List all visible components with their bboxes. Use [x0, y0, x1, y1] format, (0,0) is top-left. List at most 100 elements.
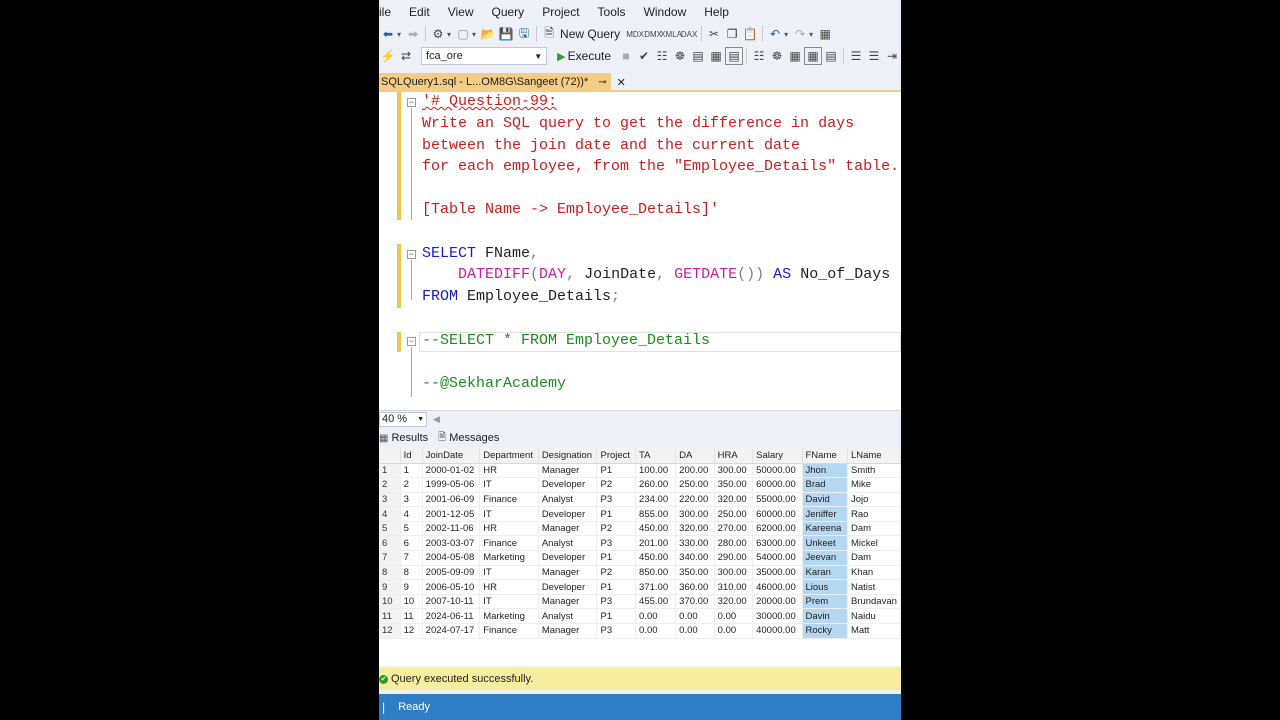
table-cell[interactable]: Analyst — [538, 608, 598, 625]
table-cell[interactable]: David — [802, 492, 848, 508]
table-row[interactable]: 8 8 2005-09-09 IT Manager P2 850.00 350.00 300.0… — [379, 565, 901, 581]
table-cell[interactable]: 5 — [400, 521, 423, 537]
table-cell[interactable]: 260.00 — [635, 477, 677, 493]
table-cell[interactable]: Manager — [538, 463, 598, 479]
table-cell[interactable]: 2001-12-05 — [422, 506, 481, 522]
table-cell[interactable]: 330.00 — [675, 535, 715, 552]
table-cell[interactable]: 371.00 — [635, 579, 677, 595]
row-number-header[interactable] — [379, 448, 401, 464]
column-header[interactable]: JoinDate — [422, 448, 481, 464]
table-cell[interactable]: Analyst — [538, 535, 598, 552]
table-cell[interactable]: Jojo — [847, 492, 901, 508]
table-cell[interactable]: Khan — [847, 565, 901, 581]
table-cell[interactable]: 2006-05-10 — [422, 579, 481, 595]
row-number-cell[interactable]: 10 — [379, 594, 401, 610]
table-cell[interactable]: 234.00 — [635, 492, 677, 508]
forward-icon[interactable]: ➡ — [404, 25, 422, 43]
table-cell[interactable]: P1 — [596, 463, 637, 479]
column-header[interactable]: DA — [675, 448, 715, 464]
new-project-dropdown-icon[interactable]: ▾ — [447, 30, 451, 39]
table-cell[interactable]: Manager — [538, 594, 598, 610]
row-number-cell[interactable]: 9 — [379, 579, 401, 595]
table-cell[interactable]: Marketing — [479, 608, 539, 625]
table-cell[interactable]: HR — [479, 463, 539, 479]
table-cell[interactable]: 12 — [400, 623, 423, 639]
table-cell[interactable]: 455.00 — [635, 594, 677, 610]
table-cell[interactable]: 250.00 — [675, 477, 715, 493]
table-cell[interactable]: 350.00 — [675, 565, 715, 581]
table-cell[interactable]: 300.00 — [714, 565, 754, 581]
column-header[interactable]: HRA — [714, 448, 754, 464]
table-cell[interactable]: 30000.00 — [752, 608, 803, 625]
table-cell[interactable]: 2004-05-08 — [422, 550, 481, 566]
estimated-plan-icon[interactable]: ☷ — [653, 47, 671, 65]
table-cell[interactable]: P3 — [596, 623, 637, 639]
table-cell[interactable]: 340.00 — [675, 550, 715, 566]
back-icon[interactable]: ⬅ — [379, 25, 397, 43]
table-cell[interactable]: 10 — [400, 594, 423, 610]
table-cell[interactable]: 300.00 — [714, 463, 754, 479]
table-cell[interactable]: Natist — [847, 579, 901, 595]
uncomment-icon[interactable]: ☰ — [865, 47, 883, 65]
add-item-dropdown-icon[interactable]: ▾ — [472, 30, 476, 39]
table-cell[interactable]: 320.00 — [714, 492, 754, 508]
table-row[interactable]: 2 2 1999-05-06 IT Developer P2 260.00 250.00 350… — [379, 477, 901, 493]
table-row[interactable]: 4 4 2001-12-05 IT Developer P1 855.00 300.00 250… — [379, 506, 901, 522]
table-cell[interactable]: P2 — [596, 565, 637, 581]
table-cell[interactable]: 60000.00 — [752, 477, 803, 493]
table-cell[interactable]: 4 — [400, 506, 423, 522]
table-row[interactable]: 9 9 2006-05-10 HR Developer P1 371.00 360.00 310… — [379, 579, 901, 595]
collapse-icon[interactable]: − — [407, 98, 416, 107]
menu-edit[interactable]: Edit — [400, 5, 439, 19]
intellisense-icon[interactable]: ▤ — [689, 47, 707, 65]
row-number-cell[interactable]: 3 — [379, 492, 401, 508]
table-row[interactable]: 11 11 2024-06-11 Marketing Analyst P1 0.00 0.00… — [379, 608, 901, 625]
table-cell[interactable]: 50000.00 — [752, 463, 803, 479]
table-cell[interactable]: 40000.00 — [752, 623, 803, 639]
undo-icon[interactable]: ↶ — [766, 25, 784, 43]
table-cell[interactable]: Developer — [538, 477, 598, 493]
table-cell[interactable]: 350.00 — [714, 477, 754, 493]
redo-dropdown-icon[interactable]: ▾ — [809, 30, 813, 39]
column-header[interactable]: FName — [802, 448, 848, 464]
table-cell[interactable]: IT — [479, 477, 539, 493]
table-cell[interactable]: Davin — [802, 608, 848, 625]
table-cell[interactable]: Developer — [538, 550, 598, 566]
table-cell[interactable]: Manager — [538, 521, 598, 537]
comment-icon[interactable]: ☰ — [847, 47, 865, 65]
row-number-cell[interactable]: 4 — [379, 506, 401, 522]
table-cell[interactable]: 1999-05-06 — [422, 477, 481, 493]
database-dropdown[interactable]: fca_ore ▼ — [421, 47, 548, 65]
table-cell[interactable]: Mike — [847, 477, 901, 493]
table-cell[interactable]: 2005-09-09 — [422, 565, 481, 581]
column-header[interactable]: Id — [400, 448, 423, 464]
table-cell[interactable]: 8 — [400, 565, 423, 581]
save-all-icon[interactable]: 🖫 — [515, 25, 533, 43]
row-number-cell[interactable]: 2 — [379, 477, 401, 493]
collapse-icon[interactable]: − — [407, 250, 416, 259]
table-row[interactable]: 7 7 2004-05-08 Marketing Developer P1 450.00 34… — [379, 550, 901, 566]
table-cell[interactable]: Marketing — [479, 550, 539, 566]
query-options-icon[interactable]: ☸ — [671, 47, 689, 65]
table-cell[interactable]: 62000.00 — [752, 521, 803, 537]
table-cell[interactable]: 300.00 — [675, 506, 715, 522]
table-row[interactable]: 3 3 2001-06-09 Finance Analyst P3 234.00 220.00… — [379, 492, 901, 508]
menu-file[interactable]: ile — [379, 5, 400, 19]
redo-icon[interactable]: ↷ — [791, 25, 809, 43]
table-row[interactable]: 5 5 2002-11-06 HR Manager P2 450.00 320.00 270.0… — [379, 521, 901, 537]
table-cell[interactable]: 46000.00 — [752, 579, 803, 595]
add-item-icon[interactable]: ▢ — [454, 25, 472, 43]
table-cell[interactable]: 850.00 — [635, 565, 677, 581]
table-cell[interactable]: P3 — [596, 535, 637, 552]
table-cell[interactable]: Analyst — [538, 492, 598, 508]
column-header[interactable]: Salary — [752, 448, 803, 464]
table-cell[interactable]: 0.00 — [675, 608, 715, 625]
scroll-left-icon[interactable]: ◀ — [433, 414, 440, 425]
table-cell[interactable]: Jeevan — [802, 550, 848, 566]
table-cell[interactable]: Rocky — [802, 623, 848, 639]
parse-icon[interactable]: ✔ — [635, 47, 653, 65]
table-cell[interactable]: 6 — [400, 535, 423, 552]
table-cell[interactable]: 35000.00 — [752, 565, 803, 581]
execute-button[interactable]: Execute — [568, 49, 611, 63]
table-cell[interactable]: Lious — [802, 579, 848, 595]
